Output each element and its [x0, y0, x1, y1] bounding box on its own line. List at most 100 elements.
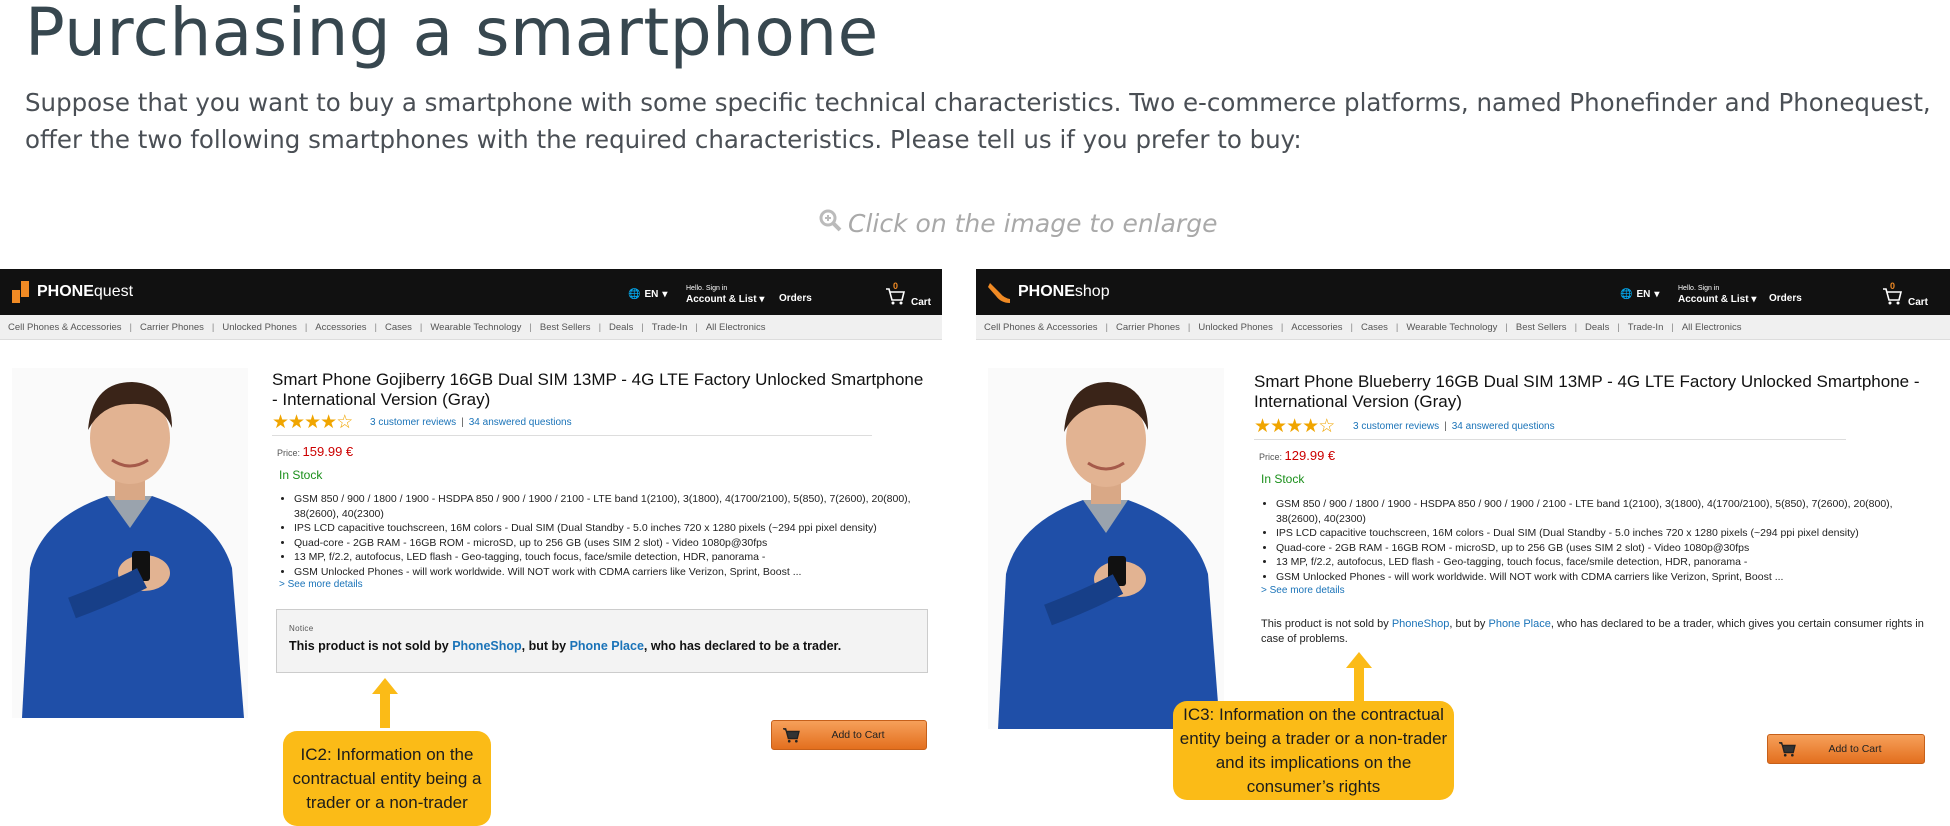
- star-icon: ★: [1254, 416, 1271, 437]
- page-title: Purchasing a smartphone: [25, 0, 879, 71]
- reviews-link[interactable]: 3 customer reviews: [370, 417, 456, 428]
- star-icon: ★: [1270, 416, 1287, 437]
- product-photo[interactable]: [12, 368, 248, 718]
- notice-box: Notice This product is not sold by Phone…: [276, 609, 928, 673]
- language-label: EN: [1636, 289, 1651, 300]
- cart-count: 0: [1890, 281, 1896, 291]
- stock-status: In Stock: [279, 468, 323, 482]
- category-link[interactable]: Cases: [385, 322, 412, 333]
- trader-link[interactable]: Phone Place: [1488, 618, 1550, 630]
- category-link[interactable]: Wearable Technology: [1406, 322, 1497, 333]
- add-to-cart-button[interactable]: Add to Cart: [1767, 734, 1925, 764]
- trader-link[interactable]: Phone Place: [570, 639, 644, 653]
- category-link[interactable]: Deals: [1585, 322, 1609, 333]
- cart-icon: 0: [885, 281, 906, 308]
- feature-item: Quad-core - 2GB RAM - 16GB ROM - microSD…: [1276, 541, 1936, 556]
- store-logo[interactable]: PHONEquest: [12, 281, 133, 303]
- annotation-callout-ic3: IC3: Information on the contractual enti…: [1173, 701, 1454, 800]
- questions-link[interactable]: 34 answered questions: [1452, 421, 1555, 432]
- feature-list: GSM 850 / 900 / 1800 / 1900 - HSDPA 850 …: [280, 492, 934, 579]
- orders-link[interactable]: Orders: [1769, 293, 1802, 304]
- add-to-cart-button[interactable]: Add to Cart: [771, 720, 927, 750]
- category-link[interactable]: Cell Phones & Accessories: [8, 322, 122, 333]
- see-more-link[interactable]: > See more details: [1261, 585, 1345, 596]
- account-label: Account & List: [1678, 294, 1749, 305]
- cart-icon: [1768, 741, 1806, 757]
- product-title[interactable]: Smart Phone Blueberry 16GB Dual SIM 13MP…: [1254, 372, 1934, 412]
- intro-text: Suppose that you want to buy a smartphon…: [25, 88, 1931, 154]
- feature-item: Quad-core - 2GB RAM - 16GB ROM - microSD…: [294, 536, 934, 551]
- language-label: EN: [644, 289, 659, 300]
- store-topbar: PHONEquest 🌐 EN ▾ Hello. Sign in Account &…: [0, 269, 942, 315]
- phoneshop-logo-icon: [988, 283, 1010, 303]
- brand-bold: PHONE: [37, 283, 94, 300]
- product-panel-phoneshop[interactable]: PHONEshop 🌐 EN ▾ Hello. Sign in Account & …: [976, 269, 1950, 812]
- account-menu[interactable]: Hello. Sign in Account & List ▾: [686, 283, 764, 305]
- rating-stars[interactable]: ★ ★ ★ ★ ☆: [272, 411, 353, 434]
- account-label: Account & List: [686, 294, 757, 305]
- divider: [1254, 439, 1846, 440]
- phonequest-logo-icon: [12, 281, 29, 303]
- price-label: Price:: [277, 448, 301, 458]
- globe-icon: 🌐: [628, 289, 641, 300]
- greeting-label: Hello. Sign in: [686, 285, 728, 292]
- category-link[interactable]: Deals: [609, 322, 633, 333]
- cart-count: 0: [893, 281, 899, 291]
- seller-link[interactable]: PhoneShop: [1392, 618, 1450, 630]
- price-label: Price:: [1259, 452, 1283, 462]
- feature-item: GSM Unlocked Phones - will work worldwid…: [294, 565, 934, 580]
- category-link[interactable]: All Electronics: [706, 322, 766, 333]
- enlarge-hint[interactable]: Click on the image to enlarge: [818, 208, 1217, 238]
- feature-item: 13 MP, f/2.2, autofocus, LED flash - Geo…: [294, 550, 934, 565]
- see-more-link[interactable]: > See more details: [279, 579, 363, 590]
- language-selector[interactable]: 🌐 EN ▾: [1620, 289, 1659, 300]
- feature-item: GSM 850 / 900 / 1800 / 1900 - HSDPA 850 …: [294, 492, 934, 521]
- category-link[interactable]: Trade-In: [652, 322, 688, 333]
- category-link[interactable]: Accessories: [315, 322, 366, 333]
- review-links: 3 customer reviews | 34 answered questions: [1353, 421, 1555, 432]
- account-menu[interactable]: Hello. Sign in Account & List ▾: [1678, 283, 1756, 305]
- category-link[interactable]: Carrier Phones: [140, 322, 204, 333]
- category-link[interactable]: Accessories: [1291, 322, 1342, 333]
- trader-notice-text: This product is not sold by PhoneShop, b…: [1261, 618, 1924, 645]
- product-panel-phonequest[interactable]: PHONEquest 🌐 EN ▾ Hello. Sign in Account &…: [0, 269, 942, 826]
- add-to-cart-label: Add to Cart: [831, 729, 885, 741]
- notice-text: This product is not sold by PhoneShop, b…: [289, 639, 842, 653]
- category-link[interactable]: Cases: [1361, 322, 1388, 333]
- store-topbar: PHONEshop 🌐 EN ▾ Hello. Sign in Account & …: [976, 269, 1950, 315]
- star-icon: ★: [1302, 416, 1319, 437]
- rating-stars[interactable]: ★ ★ ★ ★ ☆: [1254, 415, 1335, 438]
- cart-link[interactable]: 0 Cart: [885, 281, 931, 308]
- seller-link[interactable]: PhoneShop: [452, 639, 521, 653]
- category-link[interactable]: Unlocked Phones: [222, 322, 296, 333]
- price-value: 159.99 €: [302, 444, 354, 459]
- feature-list: GSM 850 / 900 / 1800 / 1900 - HSDPA 850 …: [1262, 497, 1936, 584]
- feature-item: IPS LCD capacitive touchscreen, 16M colo…: [294, 521, 934, 536]
- category-link[interactable]: Wearable Technology: [430, 322, 521, 333]
- cart-icon: [772, 727, 810, 743]
- chevron-down-icon: ▾: [1748, 294, 1757, 305]
- cart-link[interactable]: 0 Cart: [1882, 281, 1928, 308]
- category-bar: Cell Phones & Accessories | Carrier Phone…: [0, 315, 942, 340]
- category-link[interactable]: Best Sellers: [1516, 322, 1567, 333]
- category-link[interactable]: Trade-In: [1628, 322, 1664, 333]
- reviews-link[interactable]: 3 customer reviews: [1353, 421, 1439, 432]
- brand-light: quest: [93, 283, 134, 300]
- questions-link[interactable]: 34 answered questions: [469, 417, 572, 428]
- star-icon: ★: [304, 412, 321, 433]
- orders-link[interactable]: Orders: [779, 293, 812, 304]
- divider: [272, 435, 872, 436]
- notice-heading: Notice: [289, 624, 314, 633]
- product-photo[interactable]: [988, 368, 1224, 729]
- category-link[interactable]: Unlocked Phones: [1198, 322, 1272, 333]
- add-to-cart-label: Add to Cart: [1828, 743, 1882, 755]
- up-arrow-icon: [1346, 652, 1372, 702]
- category-link[interactable]: All Electronics: [1682, 322, 1742, 333]
- language-selector[interactable]: 🌐 EN ▾: [628, 289, 667, 300]
- category-link[interactable]: Best Sellers: [540, 322, 591, 333]
- category-link[interactable]: Cell Phones & Accessories: [984, 322, 1098, 333]
- category-link[interactable]: Carrier Phones: [1116, 322, 1180, 333]
- globe-icon: 🌐: [1620, 289, 1633, 300]
- store-logo[interactable]: PHONEshop: [988, 281, 1110, 303]
- product-title[interactable]: Smart Phone Gojiberry 16GB Dual SIM 13MP…: [272, 370, 932, 410]
